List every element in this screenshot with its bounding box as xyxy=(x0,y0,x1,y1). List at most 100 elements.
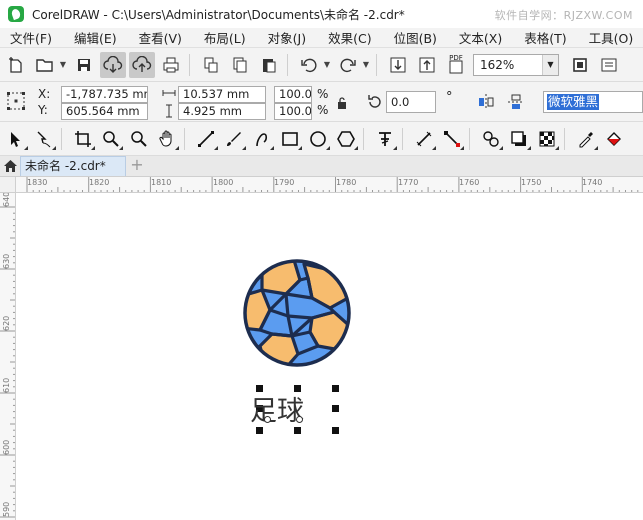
degree-label: ° xyxy=(446,90,453,105)
chevron-down-icon[interactable]: ▼ xyxy=(361,60,371,69)
scale-height-field[interactable]: 100.0 xyxy=(274,103,312,120)
y-label: Y: xyxy=(38,103,48,117)
cut-copy-icon[interactable] xyxy=(198,52,224,78)
vertical-ruler-ticks xyxy=(0,206,15,518)
canvas-text-object[interactable]: 足球 xyxy=(250,389,304,428)
menu-text[interactable]: 文本(X) xyxy=(448,28,513,47)
text-node-marker[interactable] xyxy=(296,416,303,423)
rotate-icon xyxy=(368,95,381,108)
import-icon[interactable] xyxy=(385,52,411,78)
chevron-down-icon[interactable]: ▼ xyxy=(542,54,558,75)
shape-tool-icon[interactable] xyxy=(32,127,56,151)
menu-effects[interactable]: 效果(C) xyxy=(317,28,382,47)
freehand-tool-icon[interactable] xyxy=(194,127,218,151)
text-node-marker[interactable] xyxy=(264,416,271,423)
interactive-fill-tool-icon[interactable] xyxy=(602,127,626,151)
font-family-select[interactable]: 微软雅黑 xyxy=(543,91,643,113)
object-origin-icon[interactable] xyxy=(6,91,26,111)
vertical-ruler[interactable]: 640 630 620 610 600 590 xyxy=(0,193,16,520)
cloud-download-icon[interactable] xyxy=(100,51,126,78)
ruler-label: 1750 xyxy=(521,178,542,187)
copy-icon[interactable] xyxy=(227,52,253,78)
full-screen-icon[interactable] xyxy=(567,52,593,78)
watermark: 软件自学网：RJZXW.COM xyxy=(494,9,633,22)
zoom-level-select[interactable]: 162% ▼ xyxy=(473,53,559,76)
selection-handle[interactable] xyxy=(332,385,339,392)
blend-tool-icon[interactable] xyxy=(479,127,503,151)
drawing-canvas[interactable]: 足球 xyxy=(17,194,643,520)
polygon-tool-icon[interactable] xyxy=(334,127,358,151)
pick-tool-icon[interactable] xyxy=(4,127,28,151)
ruler-label: 590 xyxy=(2,501,11,517)
tab-document[interactable]: 未命名 -2.cdr* xyxy=(20,156,126,176)
new-document-icon[interactable] xyxy=(3,52,29,78)
drop-shadow-tool-icon[interactable] xyxy=(507,127,531,151)
mirror-vertical-icon[interactable] xyxy=(506,92,526,112)
title-bar: CorelDRAW - C:\Users\Administrator\Docum… xyxy=(0,0,643,28)
parallel-dimension-tool-icon[interactable] xyxy=(412,127,436,151)
ruler-label: 1740 xyxy=(582,178,603,187)
rotation-field[interactable]: 0.0 xyxy=(386,91,436,113)
pdf-label: PDF xyxy=(449,53,463,62)
horizontal-ruler[interactable]: 1830 1820 1810 1800 1790 1780 1770 1760 … xyxy=(16,177,643,193)
toolbar-separator xyxy=(376,53,377,76)
open-folder-icon[interactable] xyxy=(32,52,58,78)
ruler-label: 1770 xyxy=(398,178,419,187)
save-icon[interactable] xyxy=(71,52,97,78)
undo-icon[interactable] xyxy=(296,52,322,78)
y-position-field[interactable]: 605.564 mm xyxy=(61,103,148,120)
color-eyedropper-tool-icon[interactable] xyxy=(574,127,598,151)
toolbox-separator xyxy=(402,127,403,150)
soccer-ball-icon[interactable] xyxy=(242,258,352,368)
artistic-media-tool-icon[interactable] xyxy=(222,127,246,151)
selection-handle[interactable] xyxy=(294,427,301,434)
x-label: X: xyxy=(38,87,51,101)
print-icon[interactable] xyxy=(158,52,184,78)
ruler-corner[interactable] xyxy=(0,177,16,193)
selection-handle[interactable] xyxy=(256,427,263,434)
ruler-label: 1800 xyxy=(213,178,234,187)
menu-edit[interactable]: 编辑(E) xyxy=(63,28,128,47)
crop-tool-icon[interactable] xyxy=(71,127,95,151)
menu-bitmaps[interactable]: 位图(B) xyxy=(383,28,448,47)
transparency-tool-icon[interactable] xyxy=(535,127,559,151)
x-position-field[interactable]: -1,787.735 mm xyxy=(61,86,148,103)
options-icon[interactable] xyxy=(596,52,622,78)
pan-tool-icon[interactable] xyxy=(155,127,179,151)
add-tab-icon[interactable]: + xyxy=(126,156,148,176)
zoom-tool-icon[interactable] xyxy=(99,127,123,151)
ruler-label: 620 xyxy=(2,315,11,331)
search-icon[interactable] xyxy=(127,127,151,151)
cloud-upload-icon[interactable] xyxy=(129,51,155,78)
text-tool-icon[interactable] xyxy=(373,127,397,151)
menu-object[interactable]: 对象(J) xyxy=(257,28,317,47)
lock-ratio-icon[interactable] xyxy=(336,96,348,110)
menu-file[interactable]: 文件(F) xyxy=(0,28,63,47)
selection-handle[interactable] xyxy=(332,427,339,434)
mirror-horizontal-icon[interactable] xyxy=(476,92,496,112)
width-field[interactable]: 10.537 mm xyxy=(178,86,266,103)
export-pdf-icon[interactable]: PDF xyxy=(443,52,469,78)
height-field[interactable]: 4.925 mm xyxy=(178,103,266,120)
export-icon[interactable] xyxy=(414,52,440,78)
menu-bar: 文件(F) 编辑(E) 查看(V) 布局(L) 对象(J) 效果(C) 位图(B… xyxy=(0,28,643,48)
ellipse-tool-icon[interactable] xyxy=(306,127,330,151)
rectangle-tool-icon[interactable] xyxy=(278,127,302,151)
menu-layout[interactable]: 布局(L) xyxy=(193,28,257,47)
pen-tool-icon[interactable] xyxy=(250,127,274,151)
redo-icon[interactable] xyxy=(335,52,361,78)
ruler-label: 1780 xyxy=(336,178,357,187)
menu-view[interactable]: 查看(V) xyxy=(128,28,193,47)
toolbar-separator xyxy=(287,53,288,76)
font-family-value: 微软雅黑 xyxy=(547,94,600,110)
chevron-down-icon[interactable]: ▼ xyxy=(58,60,68,69)
scale-width-field[interactable]: 100.0 xyxy=(274,86,312,103)
selection-handle[interactable] xyxy=(332,405,339,412)
menu-table[interactable]: 表格(T) xyxy=(513,28,577,47)
toolbox-separator xyxy=(184,127,185,150)
menu-tools[interactable]: 工具(O) xyxy=(578,28,643,47)
paste-icon[interactable] xyxy=(256,52,282,78)
home-icon[interactable] xyxy=(0,156,20,176)
chevron-down-icon[interactable]: ▼ xyxy=(322,60,332,69)
connector-tool-icon[interactable] xyxy=(440,127,464,151)
